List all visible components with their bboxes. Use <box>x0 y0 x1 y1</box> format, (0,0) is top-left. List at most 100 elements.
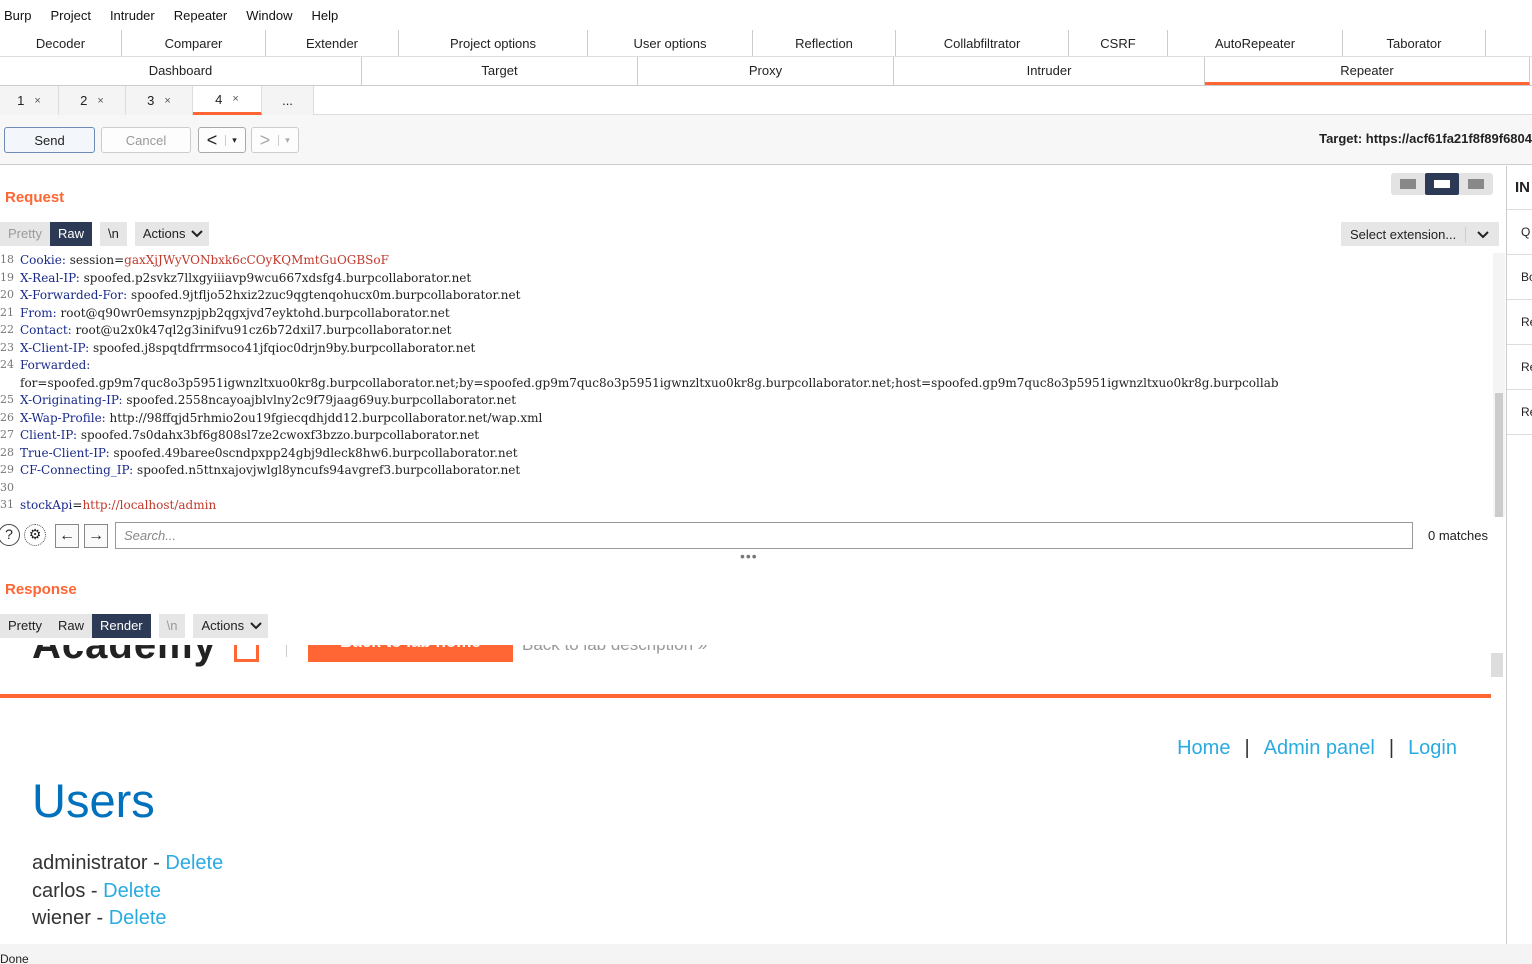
tab-proxy[interactable]: Proxy <box>638 57 894 85</box>
render-scrollbar[interactable] <box>1491 653 1503 677</box>
splitter-handle[interactable]: ••• <box>740 548 758 564</box>
dropdown-icon[interactable]: ▾ <box>225 134 243 146</box>
search-match-count: 0 matches <box>1428 528 1488 543</box>
line-number: 22 <box>0 323 14 336</box>
response-raw-tab[interactable]: Raw <box>49 614 92 638</box>
response-pretty-tab[interactable]: Pretty <box>0 614 50 638</box>
close-icon[interactable]: × <box>34 95 40 107</box>
tab-autorepeater[interactable]: AutoRepeater <box>1168 30 1343 56</box>
request-raw-tab[interactable]: Raw <box>49 222 92 246</box>
inspector-request-cookies[interactable]: Re <box>1507 300 1532 345</box>
tab-project-options[interactable]: Project options <box>399 30 588 56</box>
tab-taborator[interactable]: Taborator <box>1343 30 1486 56</box>
request-line-text: From: root@q90wr0emsynzpjpb2qgxjvd7eykto… <box>20 306 450 320</box>
tab-collabfiltrator[interactable]: Collabfiltrator <box>896 30 1069 56</box>
header-name: From: <box>20 305 57 320</box>
menu-intruder[interactable]: Intruder <box>106 8 159 23</box>
line-number: 19 <box>0 270 14 284</box>
request-editor[interactable]: 18 Cookie: session=gaxXjJWyVONbxk6cCOyKQM… <box>0 253 1493 517</box>
nav-home-link[interactable]: Home <box>1177 737 1230 760</box>
nav-login-link[interactable]: Login <box>1408 737 1457 760</box>
cancel-button[interactable]: Cancel <box>101 127 191 153</box>
back-to-lab-description-link[interactable]: Back to lab description » <box>522 645 707 655</box>
scrollbar-thumb[interactable] <box>1495 393 1503 517</box>
inspector-title: IN <box>1507 166 1532 210</box>
tab-repeater[interactable]: Repeater <box>1205 57 1530 85</box>
target-label[interactable]: Target: https://acf61fa21f8f89f6804 <box>1319 131 1532 146</box>
request-actions-button[interactable]: Actions <box>134 222 210 246</box>
header-value: root@u2x0k47ql2g3inifvu91cz6b72dxil7.bur… <box>71 323 452 337</box>
layout-tabs-icon[interactable] <box>1459 173 1493 195</box>
gear-icon[interactable]: ⚙ <box>24 524 46 546</box>
repeater-tab-label: 1 <box>17 93 25 108</box>
request-view-tabs: Pretty Raw \n Actions <box>0 222 210 246</box>
response-actions-button[interactable]: Actions <box>193 614 269 638</box>
header-value: for=spoofed.gp9m7quc8o3p5951igwnzltxuo0k… <box>20 375 1279 390</box>
tab-target[interactable]: Target <box>362 57 638 85</box>
chevron-down-icon <box>250 622 262 630</box>
site-nav: Home | Admin panel | Login <box>1177 737 1457 760</box>
tab-csrf[interactable]: CSRF <box>1069 30 1168 56</box>
search-input[interactable]: Search... <box>115 522 1413 549</box>
dropdown-icon[interactable]: ▾ <box>278 134 296 146</box>
inspector-body-params[interactable]: Bo <box>1507 255 1532 300</box>
help-icon[interactable]: ? <box>0 524 20 546</box>
history-forward-button[interactable]: > ▾ <box>251 127 299 153</box>
request-pretty-tab[interactable]: Pretty <box>0 222 50 246</box>
header-name: X-Forwarded-For: <box>20 288 128 302</box>
inspector-response-headers[interactable]: Re <box>1507 390 1532 435</box>
layout-side-by-side-icon[interactable] <box>1391 173 1425 195</box>
repeater-tab-3[interactable]: 3 × <box>126 86 193 115</box>
request-scrollbar[interactable] <box>1493 253 1505 517</box>
inspector-query-params[interactable]: Q <box>1507 210 1532 255</box>
tab-extender[interactable]: Extender <box>266 30 399 56</box>
inspector-request-headers[interactable]: Re <box>1507 345 1532 390</box>
divider <box>286 645 287 657</box>
user-name: administrator <box>32 852 148 874</box>
close-icon[interactable]: × <box>97 95 103 107</box>
header-value: spoofed.7s0dahx3bf6g808sl7ze2cwoxf3bzzo.… <box>77 428 480 442</box>
header-value: session= <box>65 253 125 267</box>
main-tab-row: Dashboard Target Proxy Intruder Repeater <box>0 57 1532 86</box>
response-newline-toggle[interactable]: \n <box>158 614 186 638</box>
select-extension-dropdown[interactable]: Select extension... <box>1341 222 1499 246</box>
header-name: X-Wap-Profile: <box>20 410 106 425</box>
delete-user-link[interactable]: Delete <box>109 907 167 929</box>
history-back-button[interactable]: < ▾ <box>198 127 246 153</box>
tab-dashboard[interactable]: Dashboard <box>0 57 362 85</box>
menu-help[interactable]: Help <box>307 8 342 23</box>
nav-admin-panel-link[interactable]: Admin panel <box>1264 737 1375 760</box>
menu-window[interactable]: Window <box>242 8 296 23</box>
repeater-tab-4[interactable]: 4 × <box>193 86 262 115</box>
tab-decoder[interactable]: Decoder <box>0 30 122 56</box>
request-line-text: X-Wap-Profile: http://98ffqjd5rhmio2ou19… <box>20 411 542 425</box>
tab-reflection[interactable]: Reflection <box>753 30 896 56</box>
repeater-tab-label: 4 <box>215 91 223 107</box>
tab-intruder[interactable]: Intruder <box>894 57 1205 85</box>
send-button[interactable]: Send <box>4 127 95 153</box>
repeater-tab-2[interactable]: 2 × <box>59 86 126 115</box>
layout-stacked-icon[interactable] <box>1425 173 1459 195</box>
chevron-left-icon: < <box>206 130 218 150</box>
arrow-left-icon[interactable]: ← <box>55 524 79 548</box>
close-icon[interactable]: × <box>164 95 170 107</box>
arrow-right-icon[interactable]: → <box>84 524 108 548</box>
menu-burp[interactable]: Burp <box>0 8 35 23</box>
tab-comparer[interactable]: Comparer <box>122 30 266 56</box>
response-render-tab[interactable]: Render <box>91 614 151 638</box>
tab-user-options[interactable]: User options <box>588 30 753 56</box>
line-number: 23 <box>0 340 14 354</box>
nav-separator: | <box>1388 737 1395 759</box>
delete-user-link[interactable]: Delete <box>103 880 161 902</box>
header-value: spoofed.j8spqtdfrrmsoco41jfqioc0drjn9by.… <box>89 340 476 355</box>
repeater-tab-new[interactable]: ... <box>262 86 314 115</box>
close-icon[interactable]: × <box>232 93 238 105</box>
user-row: carlos - Delete <box>32 880 161 903</box>
menu-project[interactable]: Project <box>46 8 94 23</box>
delete-user-link[interactable]: Delete <box>165 852 223 874</box>
request-newline-toggle[interactable]: \n <box>99 222 127 246</box>
back-to-lab-home-button[interactable]: Back to lab home <box>308 645 513 662</box>
repeater-tab-1[interactable]: 1 × <box>0 86 59 115</box>
page-heading: Users <box>32 774 155 827</box>
menu-repeater[interactable]: Repeater <box>170 8 231 23</box>
